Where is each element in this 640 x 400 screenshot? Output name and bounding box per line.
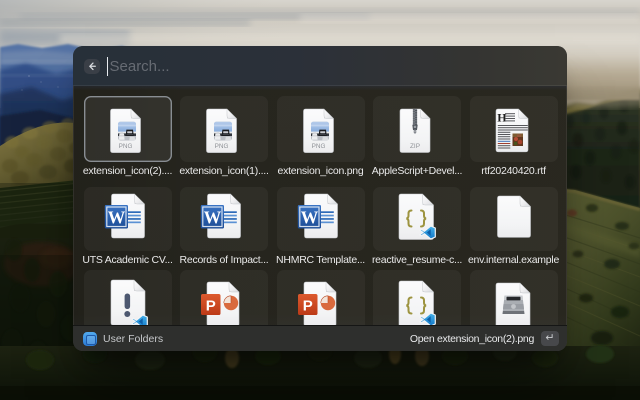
- svg-text:PNG: PNG: [215, 142, 229, 149]
- svg-text:PNG: PNG: [311, 142, 325, 149]
- svg-text:W: W: [300, 207, 318, 227]
- svg-text:W: W: [107, 207, 125, 227]
- svg-text:ZIP: ZIP: [410, 142, 420, 149]
- svg-text:P: P: [302, 298, 312, 315]
- svg-text:H: H: [497, 110, 507, 124]
- svg-text:W: W: [204, 207, 222, 227]
- svg-text:PNG: PNG: [118, 142, 132, 149]
- svg-text:P: P: [206, 298, 216, 315]
